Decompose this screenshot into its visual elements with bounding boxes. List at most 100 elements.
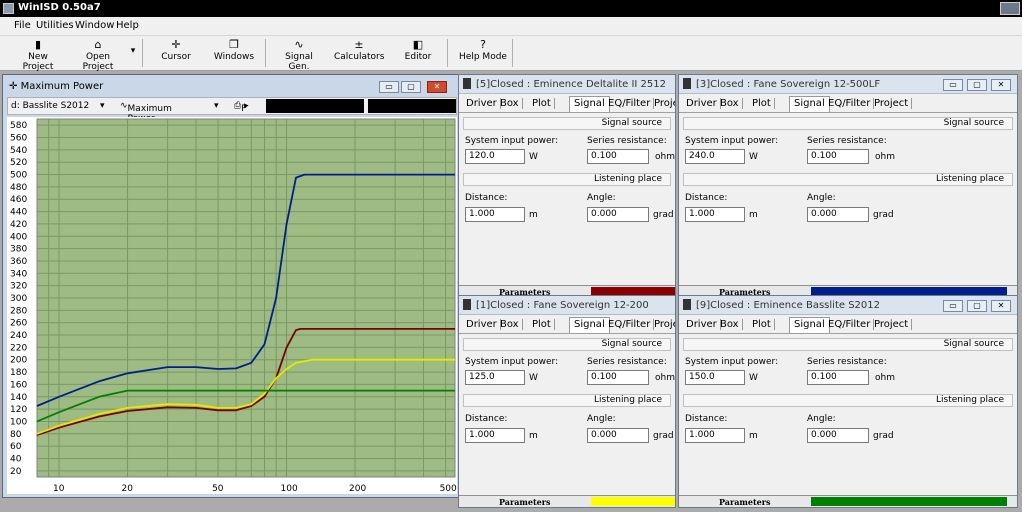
maximize-button[interactable]: ▢ [967,79,987,91]
tab-project[interactable]: Projec [651,319,675,330]
parameters-label[interactable]: Parameters [719,497,770,507]
tab-eqfilter[interactable]: EQ/Filter [825,319,875,330]
y-tick-label: 540 [10,146,27,156]
tab-signal[interactable]: Signal [569,317,610,333]
tab-plot[interactable]: Plot [749,98,775,109]
windows-button[interactable]: ❐ Windows [212,38,256,68]
panel-title-bar: [3]Closed : Fane Sovereign 12-500LF ▭ ▢ … [679,75,1017,94]
angle-label: Angle: [807,193,836,203]
input-power-field[interactable]: 120.0 [465,149,525,164]
tab-plot[interactable]: Plot [529,319,555,330]
chevron-down-icon[interactable]: ▾ [100,101,105,111]
plot-toolbar: d: Basslite S2012 ▾ ∿ Maximum Power ▾ ⎙P… [7,97,457,124]
input-power-field[interactable]: 240.0 [685,149,745,164]
tab-plot[interactable]: Plot [749,319,775,330]
tab-box[interactable]: Box [717,98,743,109]
distance-label: Distance: [465,193,508,203]
input-power-field[interactable]: 125.0 [465,370,525,385]
y-tick-label: 80 [10,430,22,440]
max-power-chart[interactable]: 20 40 60 80 100 120 140 160 180 200 220 240 260 280 30… [7,117,457,494]
x-tick-label: 100 [281,484,298,494]
tab-driver[interactable]: Driver [463,98,501,109]
app-title-bar: WinISD 0.50a7 [0,0,1022,17]
driver-panel: [3]Closed : Fane Sovereign 12-500LF ▭ ▢ … [678,74,1018,298]
driver-select[interactable]: d: Basslite S2012 [11,101,89,111]
unit-grad: grad [873,431,894,441]
y-tick-label: 120 [10,405,27,415]
signal-gen-button[interactable]: ∿ Signal Gen. [274,38,324,72]
tab-box[interactable]: Box [717,319,743,330]
tab-signal[interactable]: Signal [569,96,610,112]
tab-project[interactable]: Project [871,98,913,109]
tab-plot[interactable]: Plot [529,98,555,109]
tab-box[interactable]: Box [497,98,523,109]
close-button[interactable]: ✕ [427,81,447,93]
tab-driver[interactable]: Driver [683,319,721,330]
minimize-button[interactable]: ▭ [379,81,399,93]
menu-help[interactable]: Help [116,20,139,31]
new-project-button[interactable]: ▮ New Project [12,38,64,72]
input-power-field[interactable]: 150.0 [685,370,745,385]
tab-project[interactable]: Projec [651,98,675,109]
main-toolbar: ▮ New Project ⌂ Open Project ▾ ✛ Cursor … [0,36,1022,72]
input-power-label: System input power: [465,136,559,146]
signal-source-header: Signal source [683,338,1013,351]
close-button[interactable]: ✕ [991,79,1011,91]
unit-ohm: ohm [875,373,895,383]
cursor-button[interactable]: ✛ Cursor [160,38,192,68]
tab-eqfilter[interactable]: EQ/Filter [825,98,875,109]
parameters-label[interactable]: Parameters [499,497,550,507]
distance-field[interactable]: 1.000 [685,207,745,222]
tab-signal[interactable]: Signal [789,96,830,112]
minimize-button[interactable]: ▭ [943,300,963,312]
unit-w: W [749,373,758,383]
tab-eqfilter[interactable]: EQ/Filter [605,319,655,330]
close-button[interactable]: ✕ [991,300,1011,312]
series-resistance-field[interactable]: 0.100 [807,370,869,385]
editor-button[interactable]: ◧ Editor [400,38,436,68]
print-button[interactable]: ⎙ P ▸ [234,101,249,114]
menu-window[interactable]: Window [75,20,114,31]
windows-icon: ❐ [229,38,239,51]
panel-tabs: DriverBox Plot SignalEQ/FilterProjec [459,95,675,113]
unit-m: m [749,210,758,220]
tab-signal[interactable]: Signal [789,317,830,333]
y-tick-label: 460 [10,195,27,205]
tab-driver[interactable]: Driver [463,319,501,330]
cursor-label: Cursor [161,52,191,62]
y-tick-label: 200 [10,356,27,366]
chevron-down-icon[interactable]: ▾ [214,101,219,111]
series-resistance-field[interactable]: 0.100 [587,149,649,164]
calculators-button[interactable]: ± Calculators [334,38,384,68]
y-tick-label: 560 [10,134,27,144]
tab-project[interactable]: Project [871,319,913,330]
angle-field[interactable]: 0.000 [807,207,869,222]
angle-field[interactable]: 0.000 [807,428,869,443]
tab-eqfilter[interactable]: EQ/Filter [605,98,655,109]
input-power-label: System input power: [685,357,779,367]
series-resistance-field[interactable]: 0.100 [587,370,649,385]
angle-field[interactable]: 0.000 [587,428,649,443]
calculator-icon: ± [354,38,364,51]
menu-file[interactable]: File [14,20,31,31]
unit-ohm: ohm [655,373,675,383]
y-tick-label: 300 [10,294,27,304]
open-project-button[interactable]: ⌂ Open Project [70,38,126,72]
help-mode-button[interactable]: ? Help Mode [458,38,508,68]
window-close-button[interactable] [1000,2,1020,15]
y-tick-label: 280 [10,306,27,316]
distance-field[interactable]: 1.000 [465,428,525,443]
tab-box[interactable]: Box [497,319,523,330]
chart-svg: 20 40 60 80 100 120 140 160 180 200 220 240 260 280 30… [10,118,457,494]
minimize-button[interactable]: ▭ [943,79,963,91]
distance-field[interactable]: 1.000 [465,207,525,222]
tab-driver[interactable]: Driver [683,98,721,109]
distance-field[interactable]: 1.000 [685,428,745,443]
angle-field[interactable]: 0.000 [587,207,649,222]
series-resistance-field[interactable]: 0.100 [807,149,869,164]
open-project-dropdown[interactable]: ▾ [128,46,138,76]
maximize-button[interactable]: ▢ [967,300,987,312]
maximize-button[interactable]: ▢ [401,81,421,93]
menu-utilities[interactable]: Utilities [36,20,74,31]
plot-type-select[interactable]: ∿ Maximum Power [120,101,172,124]
